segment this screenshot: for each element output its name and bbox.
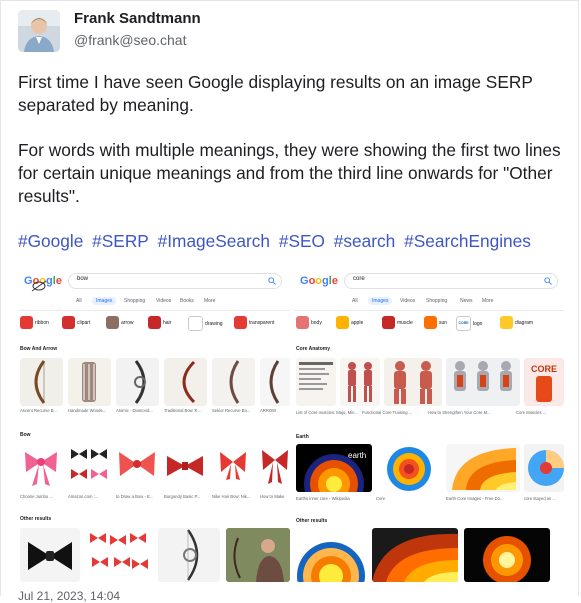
hashtag-list: #Google #SERP #ImageSearch #SEO #search …	[18, 230, 535, 253]
search-query: core	[353, 276, 365, 282]
result-thumb[interactable]	[20, 444, 63, 490]
tab-videos[interactable]: Videos	[156, 298, 171, 304]
chip-arrow[interactable]: arrow	[106, 316, 134, 334]
svg-text:earth: earth	[348, 451, 366, 460]
tab-images[interactable]: Images	[92, 297, 117, 305]
result-thumb[interactable]	[260, 358, 290, 406]
section-heading: Core Anatomy	[296, 346, 330, 352]
chip-sun[interactable]: sun	[424, 316, 447, 334]
google-logo: Google	[300, 275, 338, 287]
result-thumb[interactable]	[376, 444, 442, 492]
result-thumb[interactable]	[116, 358, 159, 406]
chip-drawing[interactable]: drawing	[188, 316, 223, 334]
tab-books[interactable]: Books	[180, 298, 194, 304]
hashtag-imagesearch[interactable]: #ImageSearch	[158, 231, 270, 251]
result-thumb[interactable]	[446, 358, 520, 406]
tab-shopping[interactable]: Shopping	[426, 298, 447, 304]
author-name[interactable]: Frank Sandtmann	[74, 10, 201, 27]
result-thumb[interactable]	[86, 528, 152, 582]
result-thumb[interactable]	[340, 358, 380, 406]
chip-apple[interactable]: apple	[336, 316, 363, 334]
attached-screenshot[interactable]: Google bow All Images Shopping Videos Bo…	[18, 264, 564, 582]
tab-videos[interactable]: Videos	[400, 298, 415, 304]
chip-ribbon[interactable]: ribbon	[20, 316, 49, 334]
result-thumb[interactable]	[446, 444, 520, 492]
avatar[interactable]	[18, 10, 60, 52]
tab-more[interactable]: More	[204, 298, 215, 304]
section-heading: Other results	[296, 518, 328, 524]
result-thumb[interactable]	[296, 528, 366, 582]
tab-news[interactable]: News	[460, 298, 473, 304]
chip-transparent[interactable]: transparent	[234, 316, 274, 334]
search-box[interactable]: bow	[68, 273, 282, 289]
result-captions: Choose Jumbo ... Amazon.com :... to Draw a…	[20, 494, 285, 499]
result-thumb[interactable]	[20, 528, 80, 582]
tab-all[interactable]: All	[76, 298, 82, 304]
post-timestamp[interactable]: Jul 21, 2023, 14:04	[18, 589, 120, 603]
result-captions: Earths inner core - Wikipedia Core Earth C…	[296, 496, 556, 501]
divider	[18, 310, 290, 311]
result-thumb[interactable]	[164, 444, 207, 490]
result-thumb[interactable]	[212, 358, 255, 406]
section-heading: Earth	[296, 434, 309, 440]
hashtag-google[interactable]: #Google	[18, 231, 83, 251]
doodle-icon	[31, 280, 47, 292]
tab-images[interactable]: Images	[368, 297, 393, 305]
section-heading: Bow And Arrow	[20, 346, 58, 352]
result-thumb[interactable]: earth	[296, 444, 372, 492]
result-thumb[interactable]	[68, 444, 111, 490]
result-thumb[interactable]: CORE	[524, 358, 564, 406]
post-paragraph-2: For words with multiple meanings, they w…	[18, 140, 561, 206]
result-thumb[interactable]	[68, 358, 111, 406]
post-paragraph-1: First time I have seen Google displaying…	[18, 72, 533, 115]
post-card: Frank Sandtmann @frank@seo.chat First ti…	[0, 0, 579, 603]
chip-muscle[interactable]: muscle	[382, 316, 413, 334]
result-thumb[interactable]	[384, 358, 442, 406]
result-captions: Ascent Recurve B... Handmade Woode... Atom…	[20, 408, 277, 413]
tab-shopping[interactable]: Shopping	[124, 298, 145, 304]
section-heading: Other results	[20, 516, 52, 522]
serp-screenshot-core: Google core All Images Videos Shopping N…	[294, 264, 564, 582]
result-thumb[interactable]	[260, 444, 290, 490]
result-thumb[interactable]	[116, 444, 159, 490]
chip-logo[interactable]: CORE logo	[456, 316, 482, 334]
svg-text:CORE: CORE	[531, 364, 557, 374]
hashtag-seo[interactable]: #SEO	[279, 231, 325, 251]
serp-screenshot-bow: Google bow All Images Shopping Videos Bo…	[18, 264, 290, 582]
search-icon[interactable]	[268, 277, 276, 285]
author-handle[interactable]: @frank@seo.chat	[74, 32, 186, 48]
result-thumb[interactable]	[524, 444, 564, 492]
result-thumb[interactable]	[296, 358, 336, 406]
section-heading: Bow	[20, 432, 31, 438]
result-captions: List of Core muscles: Majo, Min... Functi…	[296, 410, 547, 415]
chip-body[interactable]: body	[296, 316, 322, 334]
chip-diagram[interactable]: diagram	[500, 316, 533, 334]
result-thumb[interactable]	[158, 528, 220, 582]
search-query: bow	[77, 276, 89, 282]
result-thumb[interactable]	[464, 528, 550, 582]
hashtag-searchengines[interactable]: #SearchEngines	[404, 231, 531, 251]
tab-all[interactable]: All	[352, 298, 358, 304]
hashtag-search[interactable]: #search	[334, 231, 395, 251]
chip-hair[interactable]: hair	[148, 316, 171, 334]
tab-more[interactable]: More	[482, 298, 493, 304]
result-thumb[interactable]	[20, 358, 63, 406]
search-icon[interactable]	[544, 277, 552, 285]
divider	[294, 310, 564, 311]
chip-clipart[interactable]: clipart	[62, 316, 90, 334]
search-box[interactable]: core	[344, 273, 558, 289]
result-thumb[interactable]	[164, 358, 207, 406]
result-thumb[interactable]	[212, 444, 255, 490]
hashtag-serp[interactable]: #SERP	[92, 231, 149, 251]
result-thumb[interactable]	[372, 528, 458, 582]
result-thumb[interactable]	[226, 528, 290, 582]
